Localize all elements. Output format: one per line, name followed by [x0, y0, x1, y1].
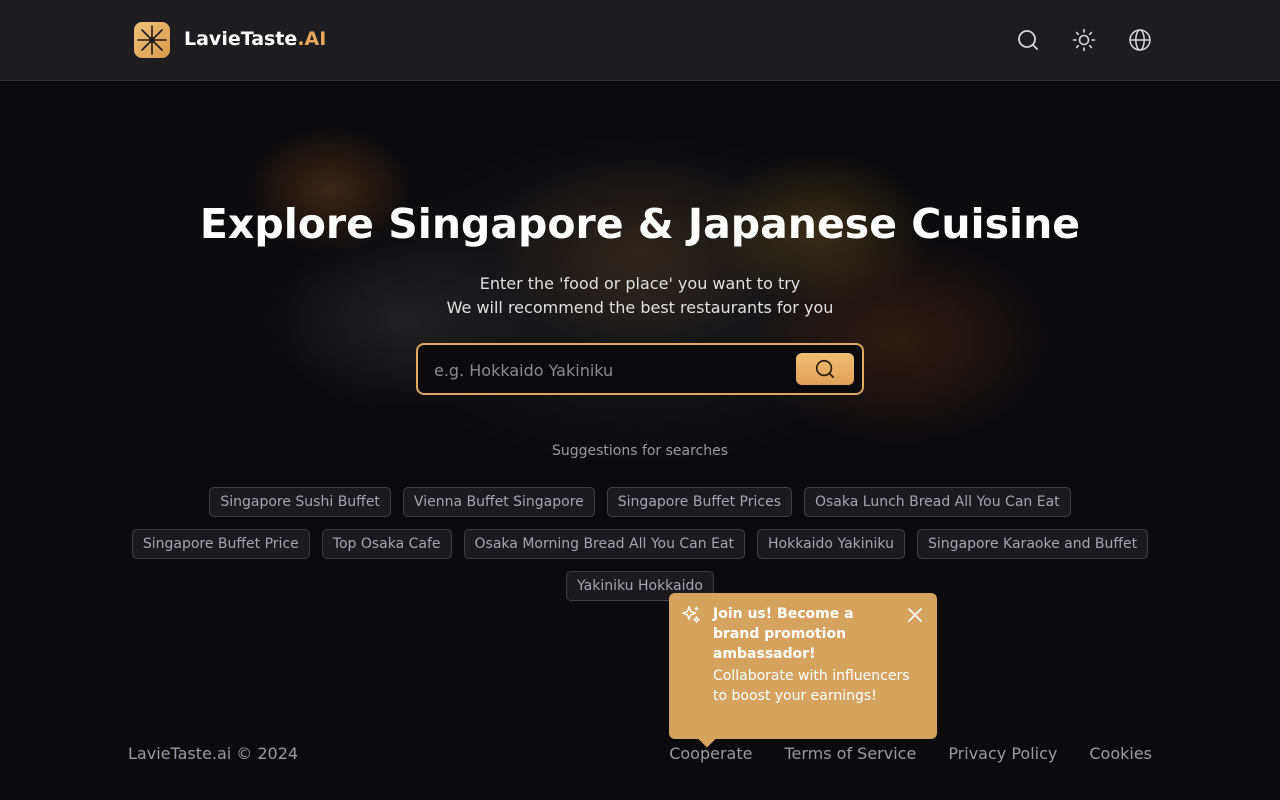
- hero-subtitle: Enter the 'food or place' you want to tr…: [0, 272, 1280, 320]
- popup-close-button[interactable]: [905, 605, 925, 625]
- brand-name-main: LavieTaste: [184, 28, 298, 50]
- popup-title: Join us! Become a brand promotion ambass…: [713, 606, 854, 662]
- suggestion-chip[interactable]: Osaka Morning Bread All You Can Eat: [463, 529, 746, 559]
- footer-link-privacy[interactable]: Privacy Policy: [948, 744, 1057, 763]
- search-submit-button[interactable]: [796, 353, 854, 385]
- suggestions-title: Suggestions for searches: [551, 443, 729, 459]
- suggestion-chip[interactable]: Hokkaido Yakiniku: [757, 529, 905, 559]
- popup-body: Collaborate with influencers to boost yo…: [713, 668, 910, 704]
- hero-subtitle-line2: We will recommend the best restaurants f…: [446, 298, 834, 317]
- search-icon: [815, 359, 835, 379]
- footer-link-terms[interactable]: Terms of Service: [784, 744, 916, 763]
- language-button[interactable]: [1126, 26, 1154, 54]
- ambassador-popup: Join us! Become a brand promotion ambass…: [669, 593, 937, 739]
- suggestion-chip[interactable]: Top Osaka Cafe: [321, 529, 452, 559]
- sun-icon: [1072, 28, 1096, 52]
- page-title: Explore Singapore & Japanese Cuisine: [199, 200, 1081, 248]
- footer-links: Cooperate Terms of Service Privacy Polic…: [669, 744, 1152, 763]
- suggestion-chip[interactable]: Osaka Lunch Bread All You Can Eat: [803, 487, 1071, 517]
- logo-icon[interactable]: [134, 22, 170, 58]
- copyright: LavieTaste.ai © 2024: [128, 744, 299, 763]
- hero-subtitle-line1: Enter the 'food or place' you want to tr…: [479, 274, 801, 293]
- theme-toggle-button[interactable]: [1070, 26, 1098, 54]
- sparkle-icon: [682, 606, 700, 624]
- suggestion-chips: Singapore Sushi Buffet Vienna Buffet Sin…: [128, 487, 1152, 601]
- header-search-button[interactable]: [1014, 26, 1042, 54]
- close-icon: [908, 608, 922, 622]
- brand-name-suffix: .AI: [297, 28, 327, 50]
- suggestion-chip[interactable]: Vienna Buffet Singapore: [402, 487, 595, 517]
- footer-link-cooperate[interactable]: Cooperate: [669, 744, 752, 763]
- suggestion-chip[interactable]: Singapore Karaoke and Buffet: [916, 529, 1149, 559]
- search-input[interactable]: [434, 357, 794, 383]
- suggestion-chip[interactable]: Singapore Sushi Buffet: [209, 487, 391, 517]
- search-box: [416, 343, 864, 395]
- globe-icon: [1129, 29, 1151, 51]
- suggestion-chip[interactable]: Singapore Buffet Price: [131, 529, 310, 559]
- suggestion-chip[interactable]: Singapore Buffet Prices: [606, 487, 792, 517]
- search-icon: [1018, 30, 1038, 50]
- brand-name[interactable]: LavieTaste.AI: [184, 28, 326, 50]
- footer-link-cookies[interactable]: Cookies: [1089, 744, 1152, 763]
- site-header: LavieTaste.AI: [0, 0, 1280, 81]
